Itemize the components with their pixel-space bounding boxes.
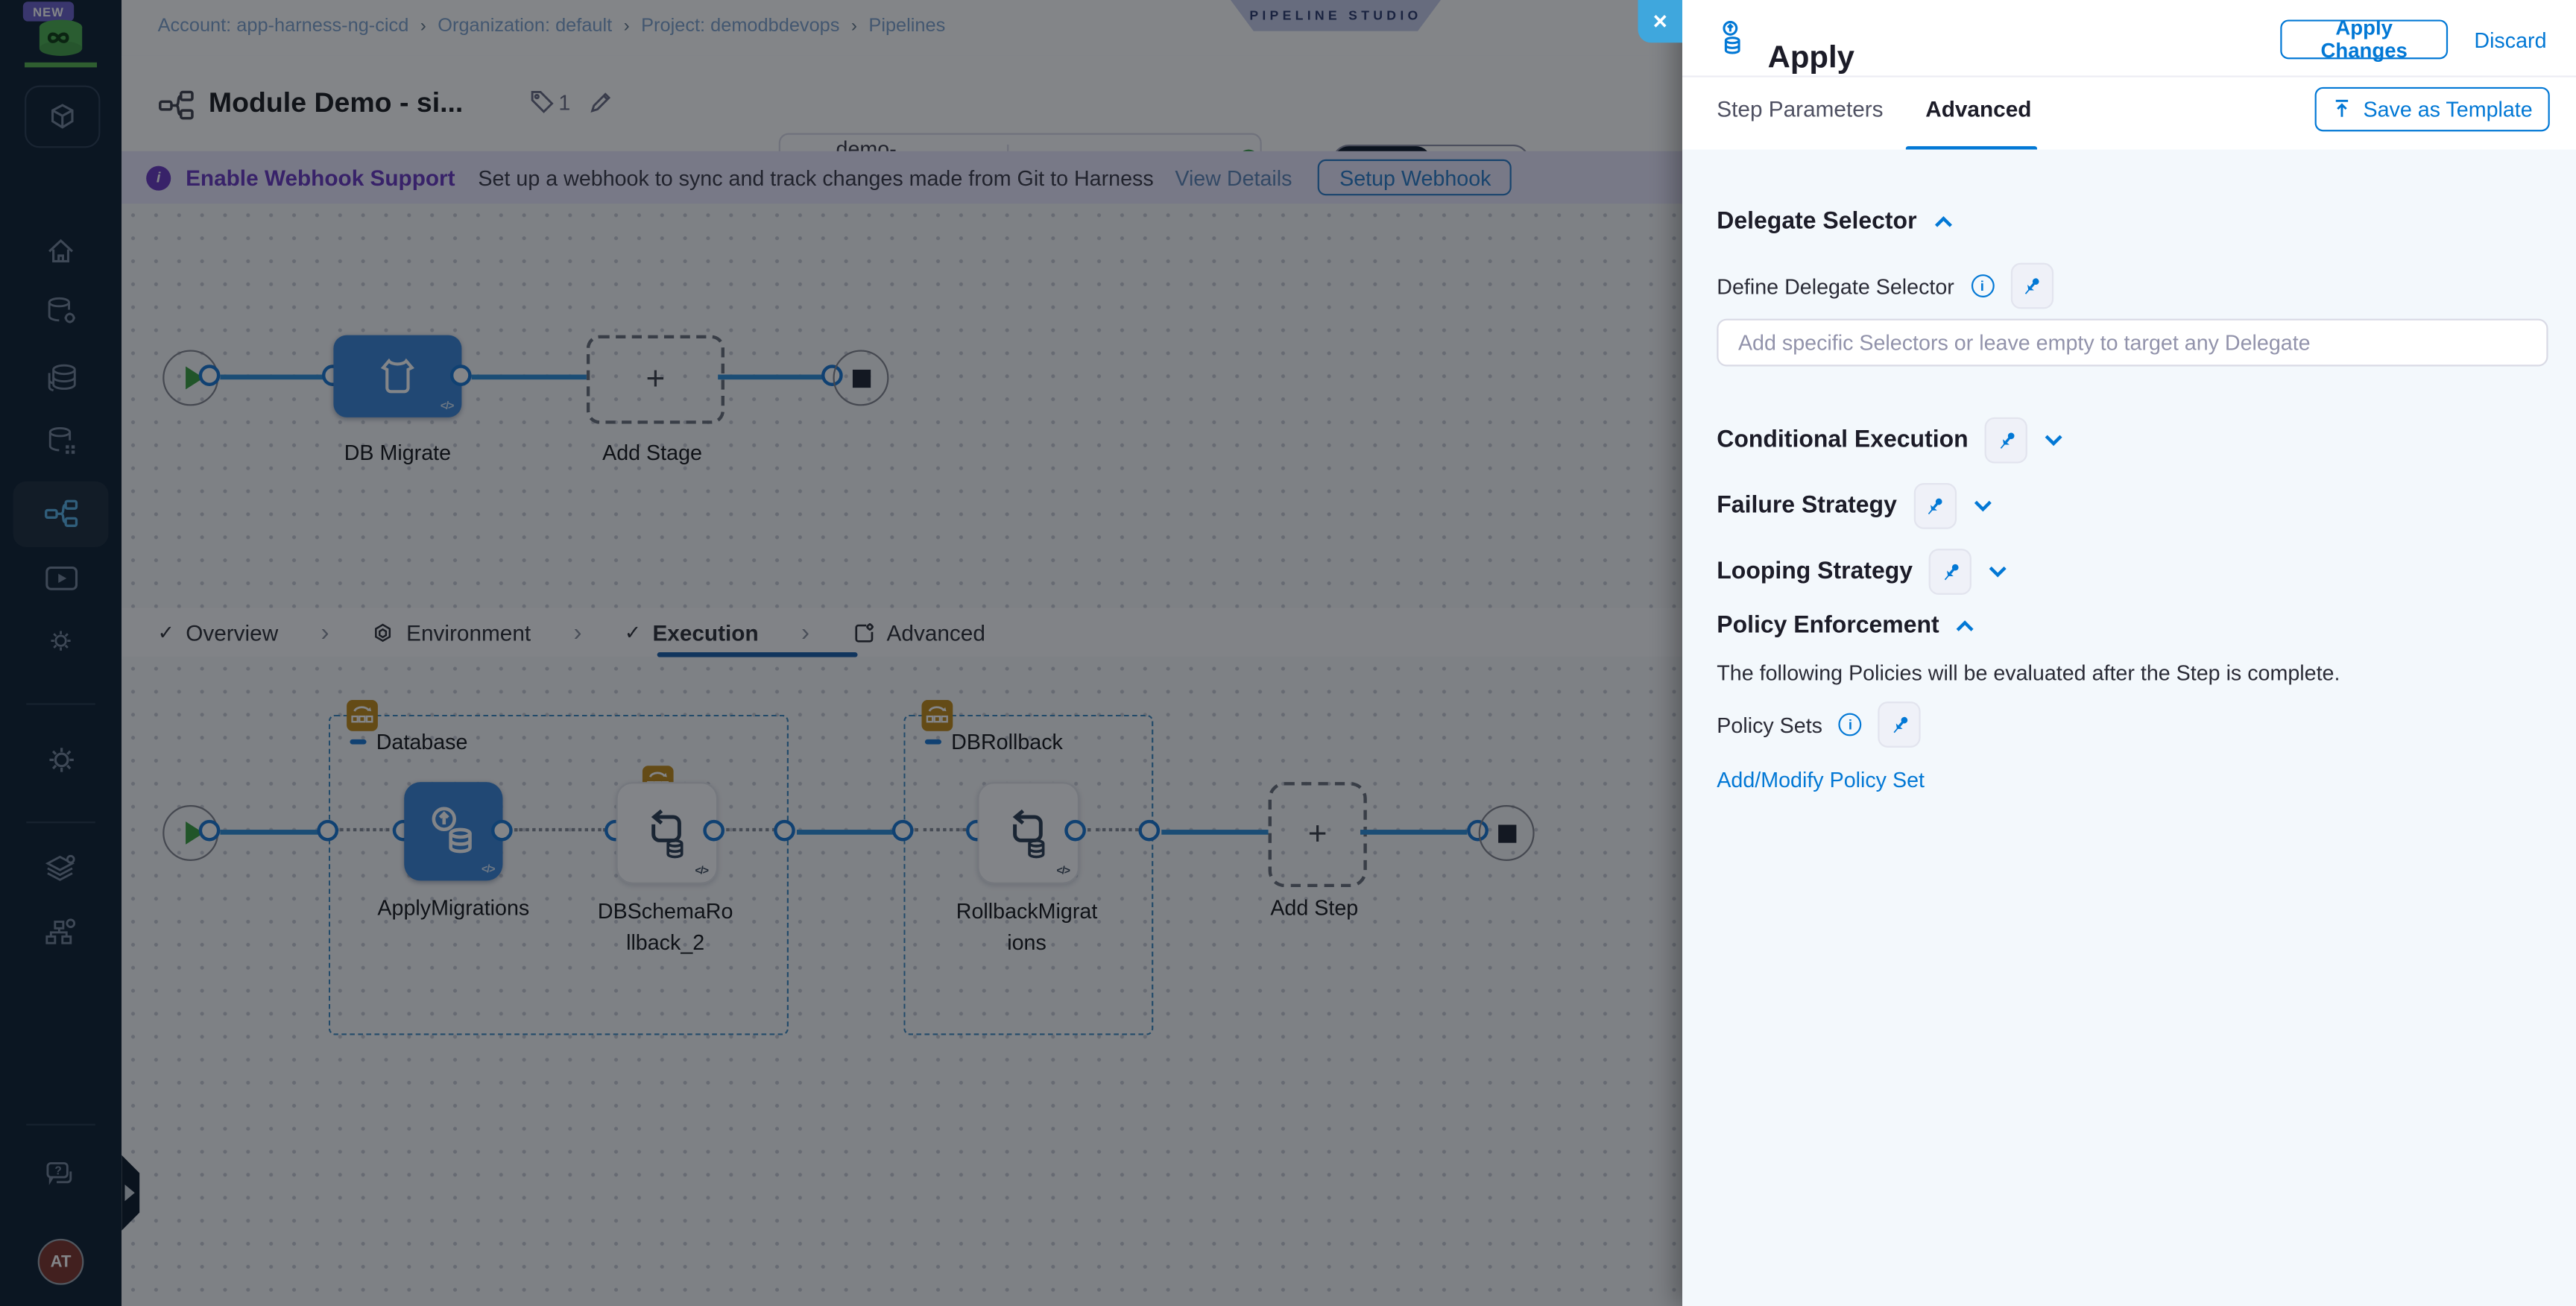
close-icon: × — [1652, 7, 1667, 36]
panel-title: Apply — [1767, 40, 1854, 75]
define-delegate-label: Define Delegate Selector — [1717, 273, 1954, 299]
delegate-selector-heading[interactable]: Delegate Selector — [1717, 209, 1953, 235]
conditional-execution-section[interactable]: Conditional Execution — [1717, 417, 2063, 464]
tab-advanced[interactable]: Advanced — [1925, 97, 2031, 122]
pin-icon — [1928, 497, 1942, 514]
discard-button[interactable]: Discard — [2474, 28, 2546, 52]
chevron-down-icon[interactable] — [1972, 499, 1992, 513]
info-icon[interactable]: i — [1970, 274, 1994, 297]
save-as-template-label: Save as Template — [2363, 97, 2533, 122]
pin-runtime-input-button[interactable] — [1878, 701, 1922, 748]
policy-enforcement-heading[interactable]: Policy Enforcement — [1717, 613, 1975, 639]
panel-header: Apply Apply Changes Discard — [1682, 0, 2576, 76]
pin-runtime-input-button[interactable] — [2010, 262, 2053, 309]
failure-strategy-section[interactable]: Failure Strategy — [1717, 483, 1992, 529]
pin-runtime-input-button[interactable] — [1984, 417, 2027, 464]
apply-step-icon — [1723, 20, 1740, 54]
heading-label: Failure Strategy — [1717, 493, 1897, 520]
heading-label: Delegate Selector — [1717, 208, 1917, 236]
chevron-down-icon[interactable] — [1988, 565, 2007, 578]
chevron-up-icon[interactable] — [1933, 215, 1953, 229]
pin-runtime-input-button[interactable] — [1929, 549, 1972, 595]
pin-runtime-input-button[interactable] — [1913, 483, 1957, 529]
save-as-template-button[interactable]: Save as Template — [2314, 86, 2550, 132]
info-icon[interactable]: i — [1839, 713, 1862, 736]
close-panel-button[interactable]: × — [1638, 0, 1682, 43]
apply-changes-button[interactable]: Apply Changes — [2280, 16, 2449, 63]
heading-label: Looping Strategy — [1717, 558, 1913, 585]
pin-icon — [1893, 716, 1907, 733]
heading-label: Conditional Execution — [1717, 427, 1969, 454]
policy-sets-row: Policy Sets i — [1717, 701, 1922, 748]
heading-label: Policy Enforcement — [1717, 613, 1939, 640]
app-window: NEW — [0, 0, 2576, 1306]
upload-icon — [2336, 99, 2349, 117]
add-modify-policy-set-link[interactable]: Add/Modify Policy Set — [1717, 767, 1925, 792]
looping-strategy-section[interactable]: Looping Strategy — [1717, 549, 2008, 595]
chevron-down-icon[interactable] — [2044, 434, 2063, 447]
tab-step-parameters[interactable]: Step Parameters — [1717, 97, 1883, 122]
step-config-panel: Apply Apply Changes Discard Step Paramet… — [1682, 0, 2576, 1306]
chevron-up-icon[interactable] — [1956, 619, 1975, 633]
drawer-overlay[interactable] — [0, 0, 1682, 1306]
delegate-selector-input[interactable] — [1717, 318, 2548, 367]
panel-body: Delegate Selector Define Delegate Select… — [1682, 149, 2576, 1306]
pin-icon — [1999, 432, 2014, 448]
pin-icon — [2024, 277, 2039, 294]
define-delegate-row: Define Delegate Selector i — [1717, 262, 2053, 309]
pin-icon — [1944, 563, 1958, 580]
policy-description: The following Policies will be evaluated… — [1717, 660, 2340, 686]
panel-tabs: Step Parameters Advanced Save as Templat… — [1682, 75, 2576, 153]
policy-sets-label: Policy Sets — [1717, 712, 1823, 737]
